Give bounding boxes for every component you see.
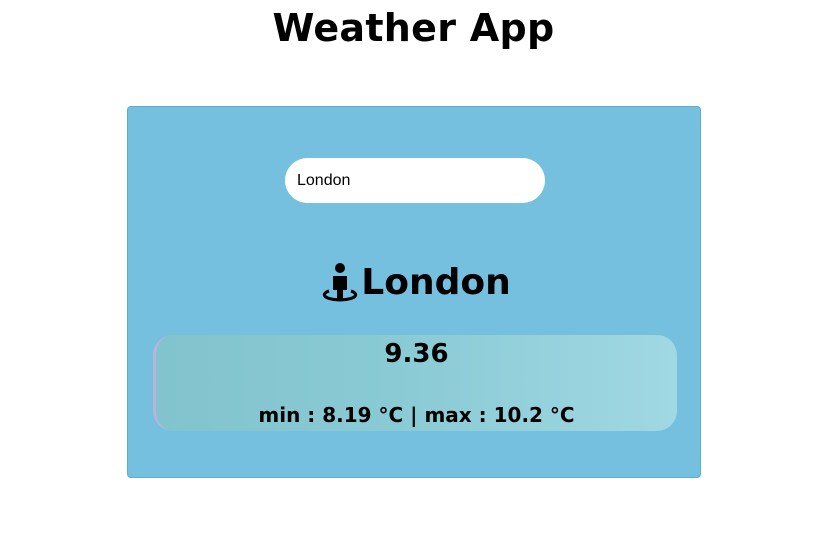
- min-max-temperature: min : 8.19 °C | max : 10.2 °C: [258, 403, 575, 427]
- city-search-input[interactable]: [285, 158, 545, 203]
- person-location-pin-icon: [319, 262, 361, 304]
- city-name: London: [361, 262, 511, 303]
- weather-card: London 9.36 min : 8.19 °C | max : 10.2 °…: [127, 106, 701, 478]
- page-title: Weather App: [272, 6, 555, 50]
- city-heading: London: [128, 259, 702, 307]
- temperature-value: 9.36: [384, 339, 449, 369]
- weather-info-box: 9.36 min : 8.19 °C | max : 10.2 °C: [153, 335, 677, 431]
